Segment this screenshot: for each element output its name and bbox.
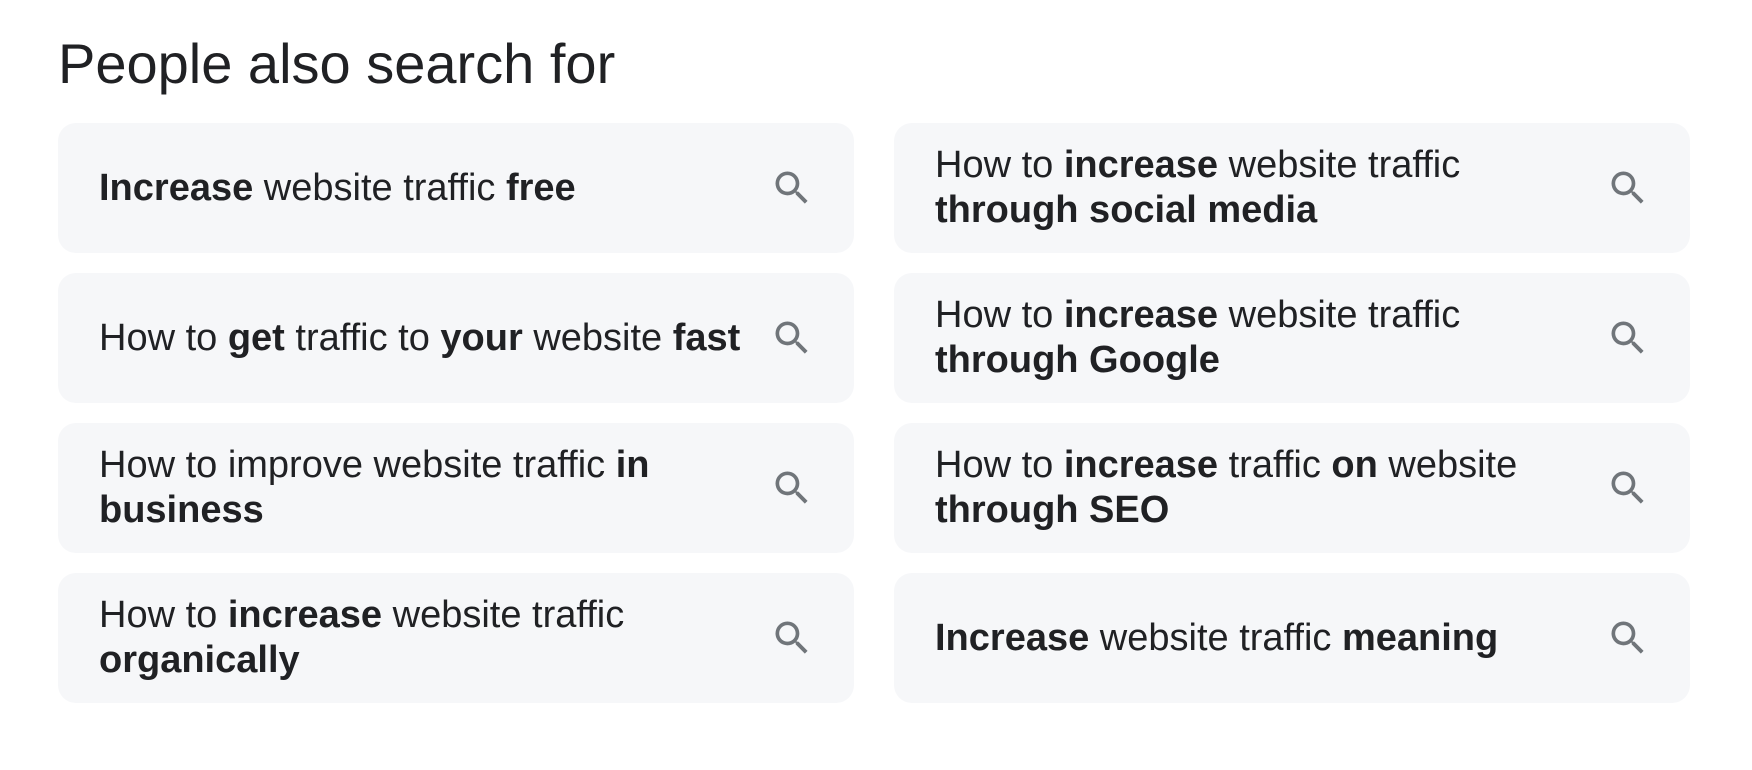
suggestion-bold-term: through SEO: [935, 489, 1170, 531]
search-icon: [770, 466, 814, 510]
suggestion-text: Increase website traffic meaning: [935, 616, 1606, 661]
suggestion-bold-term: fast: [672, 316, 741, 359]
suggestion-term: website traffic: [382, 594, 625, 636]
suggestion-bold-term: meaning: [1341, 616, 1499, 659]
suggestion-term: How to: [99, 594, 228, 636]
search-icon: [1606, 166, 1650, 210]
suggestion-bold-term: through social media: [935, 189, 1318, 231]
suggestion-card[interactable]: How to increase website traffic through …: [894, 273, 1690, 403]
suggestion-bold-term: Increase: [935, 616, 1090, 659]
suggestion-term: How to: [935, 144, 1064, 186]
search-icon: [770, 616, 814, 660]
search-icon: [770, 166, 814, 210]
suggestion-bold-term: on: [1331, 444, 1378, 486]
suggestion-bold-term: increase: [1063, 144, 1219, 186]
search-icon: [1606, 316, 1650, 360]
suggestion-term: How to: [99, 316, 228, 359]
suggestion-term: website traffic: [1089, 616, 1342, 659]
suggestion-card[interactable]: Increase website traffic free: [58, 123, 854, 253]
suggestion-bold-term: free: [505, 166, 576, 209]
suggestion-term: website traffic: [1218, 144, 1461, 186]
suggestion-term: website: [522, 316, 673, 359]
suggestion-term: website traffic: [253, 166, 506, 209]
suggestion-text: How to increase website traffic organica…: [99, 593, 770, 683]
suggestion-bold-term: organically: [99, 639, 300, 681]
suggestion-term: How to improve website traffic: [99, 444, 616, 486]
suggestion-bold-term: increase: [1063, 294, 1219, 336]
suggestion-term: traffic to: [284, 316, 441, 359]
suggestion-bold-term: get: [227, 316, 285, 359]
suggestion-card[interactable]: How to increase website traffic organica…: [58, 573, 854, 703]
suggestion-text: How to improve website traffic in busine…: [99, 443, 770, 533]
suggestion-text: How to get traffic to your website fast: [99, 316, 770, 361]
suggestion-term: How to: [935, 444, 1064, 486]
suggestion-bold-term: Increase: [99, 166, 254, 209]
search-icon: [1606, 466, 1650, 510]
search-icon: [770, 316, 814, 360]
suggestion-term: website traffic: [1218, 294, 1461, 336]
suggestion-bold-term: your: [440, 316, 523, 359]
search-icon: [1606, 616, 1650, 660]
section-heading: People also search for: [58, 32, 616, 95]
suggestion-card[interactable]: How to increase website traffic through …: [894, 123, 1690, 253]
suggestion-bold-term: increase: [227, 594, 383, 636]
suggestion-bold-term: increase: [1063, 444, 1219, 486]
suggestion-term: traffic: [1218, 444, 1332, 486]
suggestion-card[interactable]: Increase website traffic meaning: [894, 573, 1690, 703]
suggestion-grid: Increase website traffic free How to inc…: [58, 123, 1690, 703]
suggestion-bold-term: through Google: [935, 339, 1220, 381]
suggestion-card[interactable]: How to improve website traffic in busine…: [58, 423, 854, 553]
suggestion-text: How to increase website traffic through …: [935, 293, 1606, 383]
suggestion-card[interactable]: How to get traffic to your website fast: [58, 273, 854, 403]
suggestion-text: Increase website traffic free: [99, 166, 770, 211]
suggestion-text: How to increase website traffic through …: [935, 143, 1606, 233]
suggestion-term: website: [1377, 444, 1518, 486]
suggestion-card[interactable]: How to increase traffic on website throu…: [894, 423, 1690, 553]
suggestion-term: How to: [935, 294, 1064, 336]
suggestion-text: How to increase traffic on website throu…: [935, 443, 1606, 533]
